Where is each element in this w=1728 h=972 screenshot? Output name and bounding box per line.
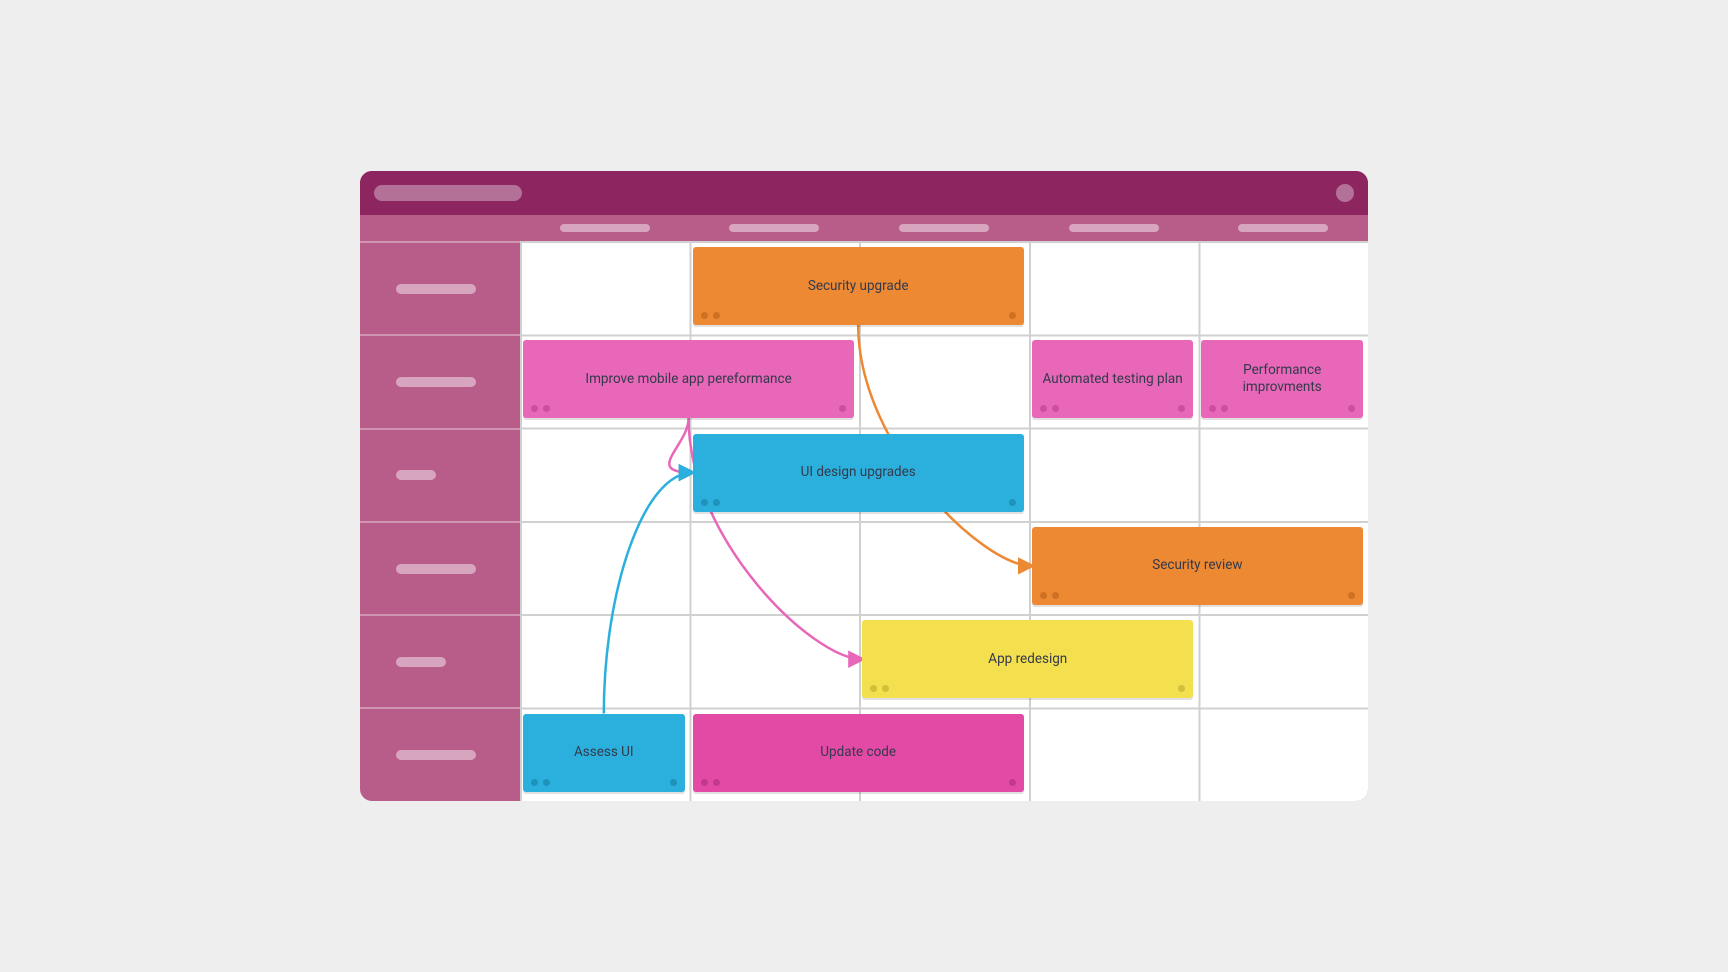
sidebar-row[interactable]: [360, 334, 520, 427]
sidebar-row-placeholder: [396, 470, 436, 480]
column-header[interactable]: [859, 215, 1029, 241]
card-label: UI design upgrades: [801, 464, 916, 481]
dependency-arrow: [669, 418, 692, 472]
sidebar-row-placeholder: [396, 657, 446, 667]
card-label: Assess UI: [574, 744, 634, 761]
window-control-icon[interactable]: [1336, 184, 1354, 202]
column-headers: [520, 215, 1368, 241]
card-label: Security upgrade: [808, 278, 909, 295]
card-automated_testing[interactable]: Automated testing plan: [1032, 340, 1194, 418]
sidebar-header-spacer: [360, 215, 520, 241]
column-header[interactable]: [520, 215, 690, 241]
column-header-placeholder: [899, 224, 989, 232]
roadmap-window: Security upgrade Improve mobile app peref…: [360, 171, 1368, 801]
column-header-placeholder: [560, 224, 650, 232]
dependency-arrow: [604, 473, 693, 714]
card-update_code[interactable]: Update code: [693, 714, 1024, 792]
column-header-placeholder: [729, 224, 819, 232]
card-assess_ui[interactable]: Assess UI: [523, 714, 685, 792]
sidebar-row-placeholder: [396, 750, 476, 760]
card-label: Performance improvments: [1211, 362, 1353, 396]
sidebar: [360, 215, 520, 801]
card-label: Security review: [1152, 557, 1242, 574]
card-security_upgrade[interactable]: Security upgrade: [693, 247, 1024, 325]
timeline-grid[interactable]: Security upgrade Improve mobile app peref…: [520, 241, 1368, 801]
column-header-placeholder: [1069, 224, 1159, 232]
column-header-placeholder: [1238, 224, 1328, 232]
card-performance_imp[interactable]: Performance improvments: [1201, 340, 1363, 418]
sidebar-row-placeholder: [396, 564, 476, 574]
sidebar-row[interactable]: [360, 428, 520, 521]
sidebar-row[interactable]: [360, 614, 520, 707]
card-label: Automated testing plan: [1043, 371, 1183, 388]
card-label: Update code: [820, 744, 896, 761]
sidebar-row-placeholder: [396, 284, 476, 294]
window-titlebar: [360, 171, 1368, 215]
column-header[interactable]: [1198, 215, 1368, 241]
sidebar-row[interactable]: [360, 707, 520, 800]
sidebar-row[interactable]: [360, 521, 520, 614]
column-header[interactable]: [690, 215, 860, 241]
card-label: App redesign: [988, 651, 1067, 668]
column-header[interactable]: [1029, 215, 1199, 241]
card-improve_mobile[interactable]: Improve mobile app pereformance: [523, 340, 854, 418]
card-ui_design_upgrades[interactable]: UI design upgrades: [693, 434, 1024, 512]
card-app_redesign[interactable]: App redesign: [862, 620, 1193, 698]
card-label: Improve mobile app pereformance: [585, 371, 791, 388]
title-placeholder: [374, 185, 522, 201]
main-area: Security upgrade Improve mobile app peref…: [520, 215, 1368, 801]
window-content: Security upgrade Improve mobile app peref…: [360, 215, 1368, 801]
card-security_review[interactable]: Security review: [1032, 527, 1363, 605]
sidebar-row[interactable]: [360, 241, 520, 334]
sidebar-row-placeholder: [396, 377, 476, 387]
